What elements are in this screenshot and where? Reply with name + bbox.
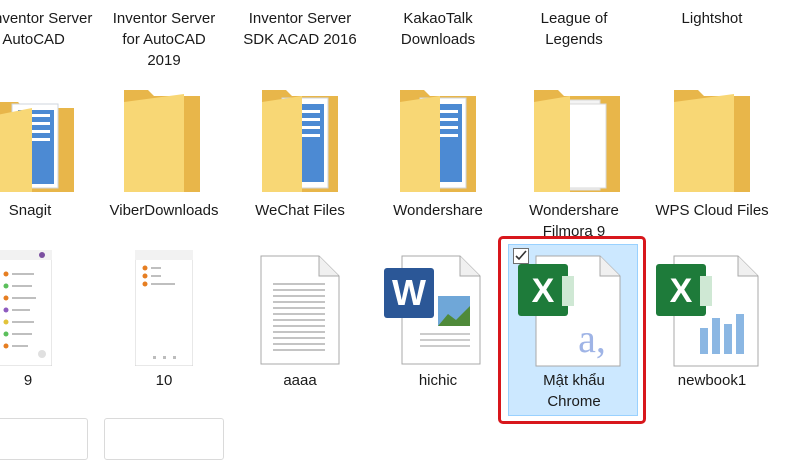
label-line: League of (540, 10, 608, 27)
file-label: 10 (155, 372, 173, 389)
label-line: SDK ACAD 2016 (243, 31, 357, 48)
file-hichic[interactable]: W hichic (374, 250, 502, 400)
label-line: for AutoCAD (122, 31, 206, 48)
word-document-icon: W (384, 255, 481, 365)
folder-viberdownloads[interactable]: ViberDownloads (100, 86, 228, 226)
folder-label-inventor-server-2019[interactable]: Inventor Server for AutoCAD 2019 (100, 8, 228, 71)
label-line: 2019 (147, 52, 181, 69)
partial-file-tile[interactable] (104, 418, 224, 460)
folder-label: Wondershare (393, 202, 483, 219)
file-10[interactable]: 10 (100, 250, 228, 400)
folder-icon (534, 90, 620, 192)
folder-label-league[interactable]: League of Legends (510, 8, 638, 50)
folder-label: WeChat Files (255, 202, 345, 219)
file-newbook1[interactable]: X newbook1 (648, 250, 776, 400)
excel-chart-file-icon: X (656, 255, 759, 367)
label-line: Lightshot (681, 10, 743, 27)
label-line: Legends (545, 31, 603, 48)
svg-text:W: W (392, 272, 426, 313)
label-line: Inventor Server (112, 10, 216, 27)
file-label: 9 (23, 372, 33, 389)
file-label: newbook1 (677, 372, 747, 389)
phone-screenshot-icon (0, 250, 52, 366)
highlight-annotation-box (498, 236, 646, 424)
partial-file-tile[interactable] (0, 418, 88, 460)
label-line: Downloads (400, 31, 476, 48)
folder-icon (400, 90, 476, 192)
label-line: nventor Server (0, 10, 93, 27)
folder-label: Snagit (8, 202, 52, 219)
phone-screenshot-icon (135, 250, 193, 366)
folder-wps-cloud-files[interactable]: WPS Cloud Files (648, 86, 776, 226)
file-aaaa[interactable]: aaaa (236, 250, 364, 400)
label-line: KakaoTalk (403, 10, 473, 27)
folder-label: WPS Cloud Files (655, 202, 769, 219)
folder-icon (674, 90, 750, 192)
file-9[interactable]: 9 (0, 250, 80, 400)
text-document-icon (260, 255, 340, 365)
folder-snagit[interactable]: Snagit (0, 86, 90, 226)
file-grid: nventor Server r AutoCAD Inventor Server… (0, 0, 800, 460)
folder-label-inventor-sdk[interactable]: Inventor Server SDK ACAD 2016 (236, 8, 364, 50)
label-line: Wondershare (529, 202, 619, 219)
label-line: r AutoCAD (0, 31, 65, 48)
folder-wechat-files[interactable]: WeChat Files (236, 86, 364, 226)
folder-icon (262, 90, 338, 192)
label-line: Inventor Server (248, 10, 352, 27)
folder-label-kakaotalk[interactable]: KakaoTalk Downloads (374, 8, 502, 50)
folder-wondershare-filmora-9[interactable]: Wondershare Filmora 9 (510, 86, 638, 240)
folder-label-inventor-server-autocad[interactable]: nventor Server r AutoCAD (0, 8, 93, 50)
folder-label: ViberDownloads (109, 202, 219, 219)
folder-wondershare[interactable]: Wondershare (374, 86, 502, 226)
folder-label-lightshot[interactable]: Lightshot (648, 8, 776, 29)
file-label: hichic (418, 372, 458, 389)
file-label: aaaa (283, 372, 317, 389)
folder-icon (124, 90, 200, 192)
folder-icon (0, 102, 74, 192)
svg-text:X: X (670, 272, 693, 310)
